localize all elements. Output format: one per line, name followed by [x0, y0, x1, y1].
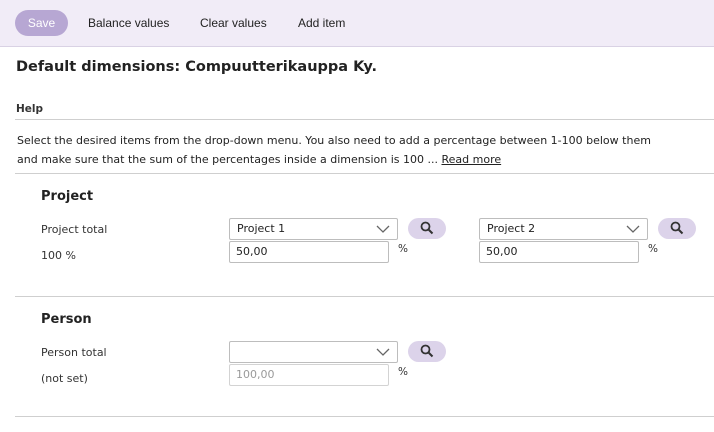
project-2-search-button[interactable]	[658, 218, 696, 239]
toolbar: Save Balance values Clear values Add ite…	[0, 0, 714, 47]
search-icon	[420, 221, 434, 235]
project-2-select[interactable]: Project 2	[479, 218, 648, 240]
percent-unit: %	[398, 366, 408, 378]
person-total-label: Person total	[41, 346, 107, 359]
divider	[15, 173, 714, 174]
project-1-select[interactable]: Project 1	[229, 218, 398, 240]
project-1-percent-input[interactable]: 50,00	[229, 241, 389, 263]
person-percent-input[interactable]: 100,00	[229, 364, 389, 386]
chevron-down-icon	[376, 225, 390, 233]
help-description: Select the desired items from the drop-d…	[17, 134, 651, 166]
percent-unit: %	[648, 243, 658, 255]
help-text: Select the desired items from the drop-d…	[17, 131, 657, 169]
divider	[15, 416, 714, 417]
person-search-button[interactable]	[408, 341, 446, 362]
project-2-select-value: Project 2	[487, 222, 536, 235]
person-total-value: (not set)	[41, 372, 88, 385]
help-label: Help	[16, 103, 44, 115]
percent-unit: %	[398, 243, 408, 255]
chevron-down-icon	[376, 348, 390, 356]
divider	[15, 296, 714, 297]
divider	[15, 119, 714, 120]
chevron-down-icon	[626, 225, 640, 233]
search-icon	[670, 221, 684, 235]
project-1-search-button[interactable]	[408, 218, 446, 239]
person-section-title: Person	[41, 312, 92, 327]
project-1-select-value: Project 1	[237, 222, 286, 235]
project-section-title: Project	[41, 189, 94, 204]
page-title: Default dimensions: Compuutterikauppa Ky…	[16, 59, 378, 75]
project-total-label: Project total	[41, 223, 108, 236]
add-item-button[interactable]: Add item	[298, 10, 345, 36]
read-more-link[interactable]: Read more	[441, 153, 501, 166]
balance-values-button[interactable]: Balance values	[88, 10, 169, 36]
clear-values-button[interactable]: Clear values	[200, 10, 267, 36]
save-button[interactable]: Save	[15, 10, 68, 36]
project-2-percent-input[interactable]: 50,00	[479, 241, 639, 263]
search-icon	[420, 344, 434, 358]
person-select[interactable]	[229, 341, 398, 363]
project-total-value: 100 %	[41, 249, 76, 262]
